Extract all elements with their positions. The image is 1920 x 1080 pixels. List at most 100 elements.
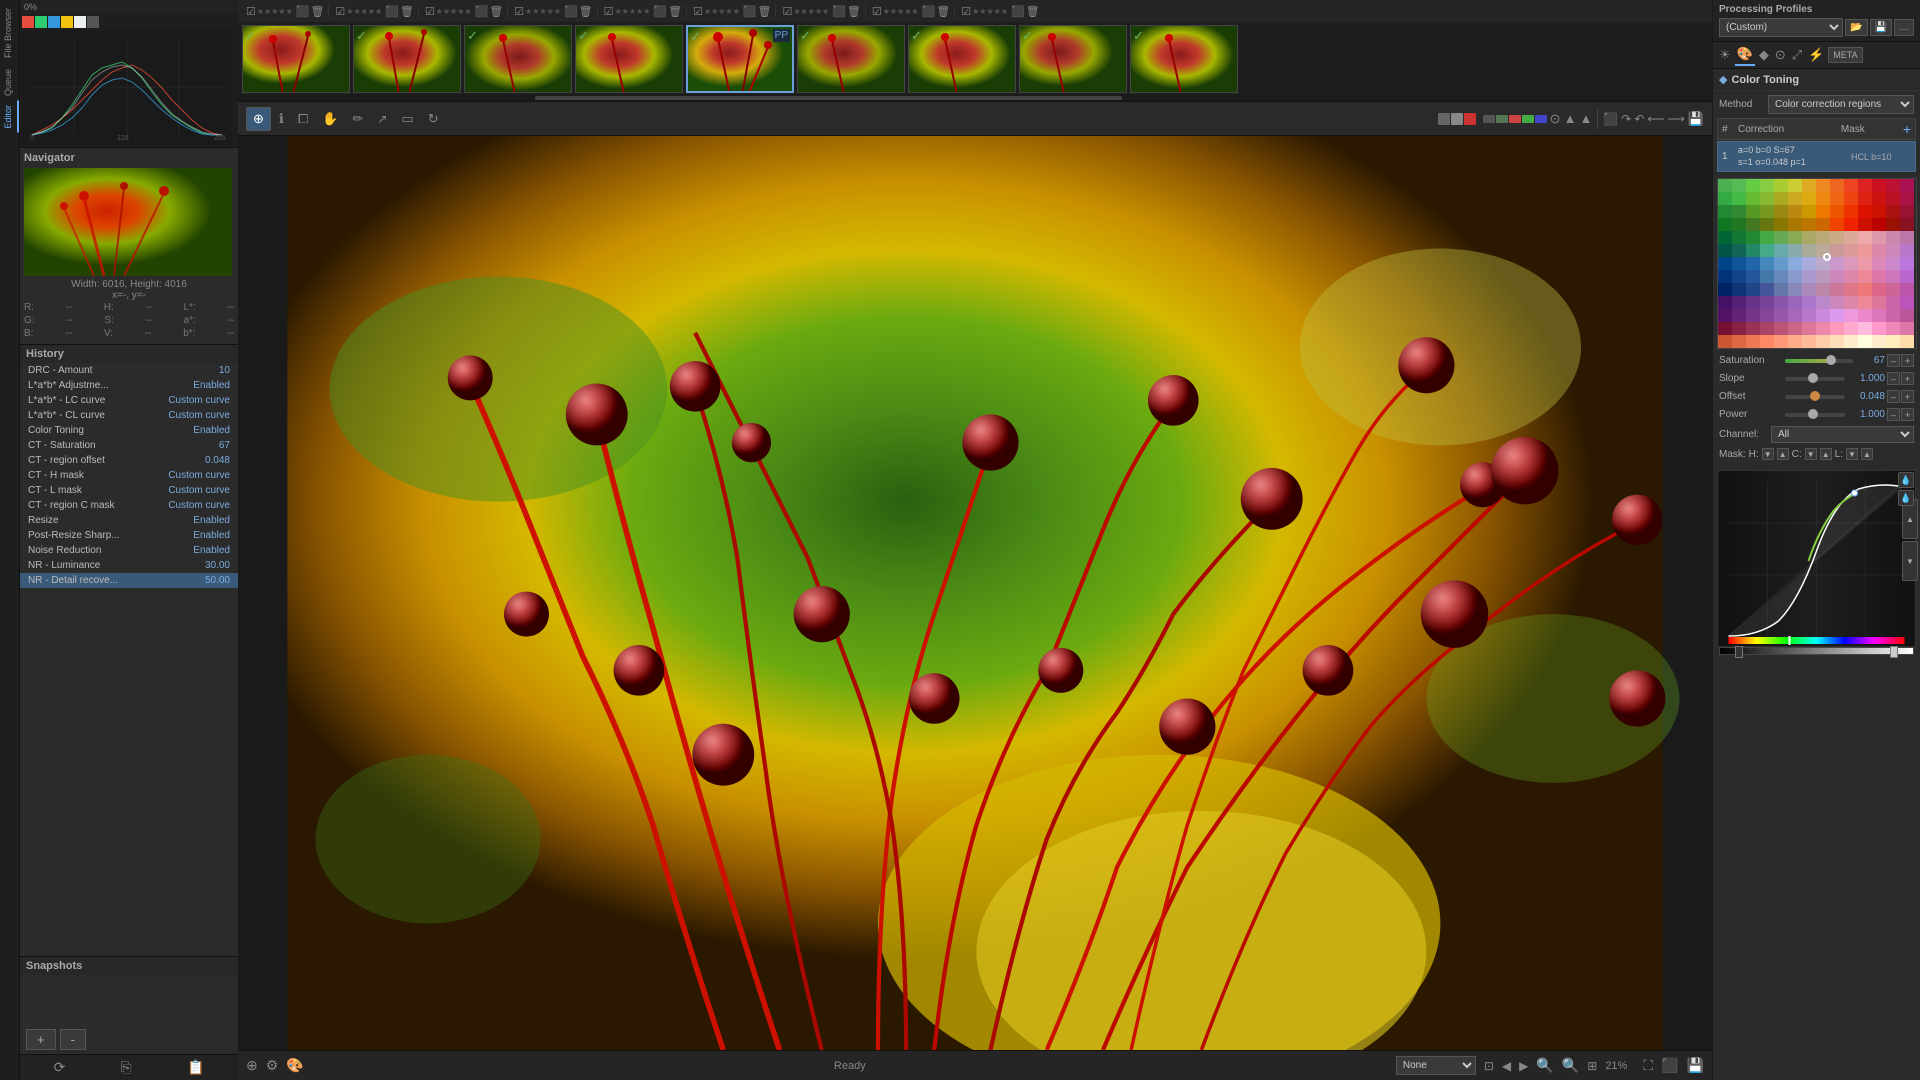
color-cell-7-4[interactable] [1774,270,1788,283]
color-cell-6-7[interactable] [1816,257,1830,270]
color-cell-6-6[interactable] [1802,257,1816,270]
tab-transform[interactable]: ⤢ [1790,45,1804,65]
zoom-out-button[interactable]: 🔍 [1536,1057,1553,1074]
color-cell-12-1[interactable] [1732,335,1746,348]
paste-profile-button[interactable]: 📋 [187,1059,204,1076]
filmstrip-icon-7[interactable]: ☑ [514,5,524,18]
filmstrip-icon-17[interactable]: ☑ [961,5,971,18]
color-cell-0-0[interactable] [1718,179,1732,192]
color-cell-12-2[interactable] [1746,335,1760,348]
color-cell-0-12[interactable] [1886,179,1900,192]
color-cell-11-4[interactable] [1774,322,1788,335]
color-cell-5-12[interactable] [1886,244,1900,257]
color-cell-2-3[interactable] [1760,205,1774,218]
filmstrip-icon-11[interactable]: ☑ [693,5,703,18]
filmstrip-icon-3[interactable]: ☑ [335,5,345,18]
history-item-8[interactable]: CT - L maskCustom curve [20,483,238,498]
filmstrip-icon-5[interactable]: ☑ [425,5,435,18]
color-cell-3-6[interactable] [1802,218,1816,231]
filmstrip-icon-9[interactable]: ☑ [604,5,614,18]
color-cell-2-1[interactable] [1732,205,1746,218]
color-cell-6-12[interactable] [1886,257,1900,270]
color-cell-7-9[interactable] [1844,270,1858,283]
history-item-14[interactable]: NR - Detail recove...50.00 [20,573,238,588]
film-thumb-1[interactable]: ✓ [242,25,350,93]
color-cell-1-3[interactable] [1760,192,1774,205]
method-select[interactable]: Color correction regions L*a*b* blending… [1768,95,1914,114]
color-swatch-blue[interactable] [48,16,60,28]
history-item-1[interactable]: L*a*b* Adjustme...Enabled [20,378,238,393]
color-cell-11-3[interactable] [1760,322,1774,335]
tool-rotate-button[interactable]: ↻ [422,108,445,130]
color-cell-5-5[interactable] [1788,244,1802,257]
color-cell-8-2[interactable] [1746,283,1760,296]
tab-detail[interactable]: ◆ [1757,45,1771,65]
filter-select[interactable]: None Stars Color label [1396,1056,1476,1075]
color-cell-0-9[interactable] [1844,179,1858,192]
color-cell-3-1[interactable] [1732,218,1746,231]
color-cell-11-2[interactable] [1746,322,1760,335]
color-cell-1-7[interactable] [1816,192,1830,205]
color-cell-6-8[interactable] [1830,257,1844,270]
color-cell-1-10[interactable] [1858,192,1872,205]
color-cell-4-5[interactable] [1788,231,1802,244]
color-cell-10-0[interactable] [1718,309,1732,322]
curve-eyedropper-2[interactable]: 💧 [1898,490,1914,506]
color-cell-9-13[interactable] [1900,296,1914,309]
color-cell-0-8[interactable] [1830,179,1844,192]
color-cell-6-5[interactable] [1788,257,1802,270]
color-cell-0-2[interactable] [1746,179,1760,192]
color-cell-0-11[interactable] [1872,179,1886,192]
color-cell-9-8[interactable] [1830,296,1844,309]
before-after-button[interactable]: ⬛ [1603,112,1618,126]
redo-button[interactable]: ⟶ [1668,112,1685,126]
filmstrip-trash-8[interactable]: 🗑 [936,5,950,18]
color-cell-10-11[interactable] [1872,309,1886,322]
color-cell-2-10[interactable] [1858,205,1872,218]
color-cell-2-2[interactable] [1746,205,1760,218]
color-cell-12-12[interactable] [1886,335,1900,348]
mask-l-up[interactable]: ▲ [1861,448,1873,460]
color-cell-3-10[interactable] [1858,218,1872,231]
color-swatch-yellow[interactable] [61,16,73,28]
color-cell-8-3[interactable] [1760,283,1774,296]
mask-h-up[interactable]: ▲ [1777,448,1789,460]
color-cell-11-10[interactable] [1858,322,1872,335]
rotate-cw-button[interactable]: ↷ [1621,112,1631,126]
color-cell-2-5[interactable] [1788,205,1802,218]
color-cell-9-6[interactable] [1802,296,1816,309]
color-cell-4-2[interactable] [1746,231,1760,244]
color-cell-10-7[interactable] [1816,309,1830,322]
color-cell-12-0[interactable] [1718,335,1732,348]
color-cell-2-12[interactable] [1886,205,1900,218]
color-cell-2-4[interactable] [1774,205,1788,218]
color-cell-12-10[interactable] [1858,335,1872,348]
power-plus[interactable]: + [1901,408,1914,421]
copy-profile-button[interactable]: ⎘ [121,1059,132,1076]
color-cell-7-11[interactable] [1872,270,1886,283]
color-cell-3-12[interactable] [1886,218,1900,231]
clipping-shadow-button[interactable]: ▲ [1579,111,1592,126]
color-cell-5-0[interactable] [1718,244,1732,257]
mask-c-up[interactable]: ▲ [1820,448,1832,460]
color-cell-6-1[interactable] [1732,257,1746,270]
send-to-queue-button[interactable]: 💾 [1687,1057,1704,1074]
history-item-3[interactable]: L*a*b* - CL curveCustom curve [20,408,238,423]
color-cell-8-10[interactable] [1858,283,1872,296]
color-cell-8-7[interactable] [1816,283,1830,296]
color-cell-12-8[interactable] [1830,335,1844,348]
color-cell-3-2[interactable] [1746,218,1760,231]
color-cell-7-3[interactable] [1760,270,1774,283]
color-cell-12-6[interactable] [1802,335,1816,348]
color-cell-4-6[interactable] [1802,231,1816,244]
offset-plus[interactable]: + [1901,390,1914,403]
color-cell-5-7[interactable] [1816,244,1830,257]
color-cell-10-5[interactable] [1788,309,1802,322]
color-cell-7-10[interactable] [1858,270,1872,283]
color-cell-3-4[interactable] [1774,218,1788,231]
filmstrip-icon-12[interactable]: ⬛ [743,5,757,18]
color-cell-11-8[interactable] [1830,322,1844,335]
history-item-0[interactable]: DRC - Amount10 [20,363,238,378]
color-cell-10-6[interactable] [1802,309,1816,322]
color-cell-0-6[interactable] [1802,179,1816,192]
